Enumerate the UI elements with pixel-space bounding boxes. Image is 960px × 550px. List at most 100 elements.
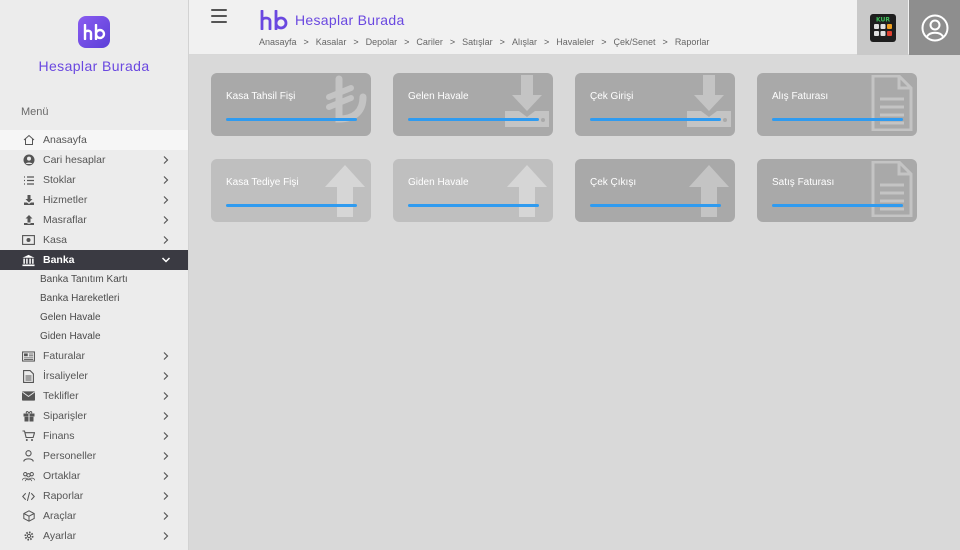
- list-icon: [22, 174, 35, 187]
- breadcrumb-item-anasayfa[interactable]: Anasayfa: [259, 37, 297, 47]
- card-accent-bar: [590, 118, 721, 121]
- chevron-right-icon: [163, 452, 169, 460]
- card-label: Kasa Tahsil Fişi: [226, 91, 296, 102]
- sidebar-item-label: Anasayfa: [43, 134, 87, 146]
- breadcrumb-item-satislar[interactable]: Satışlar: [462, 37, 493, 47]
- sidebar-subitem-banka-tanitim-karti[interactable]: Banka Tanıtım Kartı: [0, 270, 188, 289]
- top-logo[interactable]: Hesaplar Burada: [259, 10, 405, 30]
- top-brand-name: Hesaplar Burada: [295, 12, 405, 28]
- chevron-right-icon: [163, 492, 169, 500]
- newspaper-icon: [22, 350, 35, 363]
- document-icon: [22, 369, 35, 383]
- person-icon: [22, 450, 35, 463]
- sidebar-item-ayarlar[interactable]: Ayarlar: [0, 526, 188, 546]
- bank-icon: [22, 254, 35, 267]
- card-cek-girisi[interactable]: Çek Girişi: [575, 73, 735, 136]
- card-accent-bar: [772, 118, 903, 121]
- card-giden-havale[interactable]: Giden Havale: [393, 159, 553, 222]
- sidebar-item-label: Faturalar: [43, 350, 86, 362]
- sidebar-item-personeller[interactable]: Personeller: [0, 446, 188, 466]
- sidebar-item-cari-hesaplar[interactable]: Cari hesaplar: [0, 150, 188, 170]
- chevron-right-icon: [163, 472, 169, 480]
- hamburger-menu-icon[interactable]: [211, 9, 227, 23]
- card-cek-cikisi[interactable]: Çek Çıkışı: [575, 159, 735, 222]
- calculator-icon: KUR: [869, 13, 896, 42]
- sidebar-item-siparisler[interactable]: Siparişler: [0, 406, 188, 426]
- sidebar-item-label: Stoklar: [43, 174, 76, 186]
- card-gelen-havale[interactable]: Gelen Havale: [393, 73, 553, 136]
- sidebar-item-label: Teklifler: [43, 390, 79, 402]
- sidebar-subitem-gelen-havale[interactable]: Gelen Havale: [0, 308, 188, 327]
- chevron-right-icon: [163, 196, 169, 204]
- user-circle-icon: [921, 14, 948, 41]
- sidebar-item-label: İrsaliyeler: [43, 370, 88, 382]
- card-label: Giden Havale: [408, 177, 469, 188]
- sidebar-item-label: Cari hesaplar: [43, 154, 106, 166]
- card-satis-faturasi[interactable]: Satış Faturası: [757, 159, 917, 222]
- breadcrumb-item-cek-senet[interactable]: Çek/Senet: [614, 37, 656, 47]
- cart-icon: [22, 430, 35, 443]
- download-tray-icon: [687, 75, 731, 127]
- sidebar-item-raporlar[interactable]: Raporlar: [0, 486, 188, 506]
- card-alis-faturasi[interactable]: Alış Faturası: [757, 73, 917, 136]
- card-accent-bar: [772, 204, 903, 207]
- card-label: Çek Girişi: [590, 91, 634, 102]
- sidebar-item-kasa[interactable]: Kasa: [0, 230, 188, 250]
- sidebar-item-araclar[interactable]: Araçlar: [0, 506, 188, 526]
- sidebar-item-banka[interactable]: Banka: [0, 250, 188, 270]
- sidebar-item-finans[interactable]: Finans: [0, 426, 188, 446]
- chevron-right-icon: [163, 236, 169, 244]
- card-label: Gelen Havale: [408, 91, 469, 102]
- arrow-up-icon: [325, 165, 365, 217]
- sidebar-item-label: Siparişler: [43, 410, 87, 422]
- card-accent-bar: [408, 204, 539, 207]
- breadcrumb-item-raporlar[interactable]: Raporlar: [675, 37, 710, 47]
- sidebar-subitem-banka-hareketleri[interactable]: Banka Hareketleri: [0, 289, 188, 308]
- sidebar-item-faturalar[interactable]: Faturalar: [0, 346, 188, 366]
- card-label: Satış Faturası: [772, 177, 835, 188]
- code-icon: [22, 490, 35, 503]
- breadcrumb-separator-icon: >: [404, 37, 410, 47]
- gear-icon: [22, 530, 35, 543]
- brand-logo-icon: [260, 10, 288, 30]
- breadcrumb-separator-icon: >: [543, 37, 550, 47]
- brand-logo-icon: [78, 16, 110, 48]
- user-profile-button[interactable]: [909, 0, 960, 55]
- card-label: Alış Faturası: [772, 91, 829, 102]
- download-tray-icon: [505, 75, 549, 127]
- exchange-rate-button[interactable]: KUR: [857, 0, 908, 55]
- sidebar-item-label: Masraflar: [43, 214, 87, 226]
- breadcrumb-item-depolar[interactable]: Depolar: [366, 37, 398, 47]
- chevron-right-icon: [163, 512, 169, 520]
- sidebar-item-label: Hizmetler: [43, 194, 88, 206]
- document-icon: [871, 75, 913, 131]
- menu-title: Menü: [21, 106, 49, 118]
- chevron-right-icon: [163, 156, 169, 164]
- card-kasa-tediye-fisi[interactable]: Kasa Tediye Fişi: [211, 159, 371, 222]
- breadcrumb-item-cariler[interactable]: Cariler: [416, 37, 443, 47]
- breadcrumb-separator-icon: >: [499, 37, 505, 47]
- breadcrumb-item-kasalar[interactable]: Kasalar: [316, 37, 347, 47]
- breadcrumb-separator-icon: >: [449, 37, 456, 47]
- brand-name: Hesaplar Burada: [38, 58, 150, 74]
- sidebar-subitem-giden-havale[interactable]: Giden Havale: [0, 327, 188, 346]
- breadcrumb-separator-icon: >: [662, 37, 668, 47]
- document-icon: [871, 161, 913, 217]
- sidebar-item-irsaliyeler[interactable]: İrsaliyeler: [0, 366, 188, 386]
- partners-icon: [22, 470, 35, 483]
- brand[interactable]: Hesaplar Burada: [0, 0, 188, 100]
- breadcrumb-item-havaleler[interactable]: Havaleler: [556, 37, 594, 47]
- sidebar-item-hizmetler[interactable]: Hizmetler: [0, 190, 188, 210]
- sidebar-item-ortaklar[interactable]: Ortaklar: [0, 466, 188, 486]
- sidebar-menu: Anasayfa Cari hesaplar Stoklar Hizmetler…: [0, 130, 188, 546]
- sidebar-item-stoklar[interactable]: Stoklar: [0, 170, 188, 190]
- card-accent-bar: [408, 118, 539, 121]
- breadcrumb: Anasayfa > Kasalar > Depolar > Cariler >…: [259, 37, 709, 47]
- card-accent-bar: [226, 204, 357, 207]
- sidebar-item-masraflar[interactable]: Masraflar: [0, 210, 188, 230]
- sidebar-item-anasayfa[interactable]: Anasayfa: [0, 130, 188, 150]
- sidebar-item-teklifler[interactable]: Teklifler: [0, 386, 188, 406]
- chevron-right-icon: [163, 532, 169, 540]
- card-kasa-tahsil-fisi[interactable]: Kasa Tahsil Fişi: [211, 73, 371, 136]
- breadcrumb-item-alislar[interactable]: Alışlar: [512, 37, 537, 47]
